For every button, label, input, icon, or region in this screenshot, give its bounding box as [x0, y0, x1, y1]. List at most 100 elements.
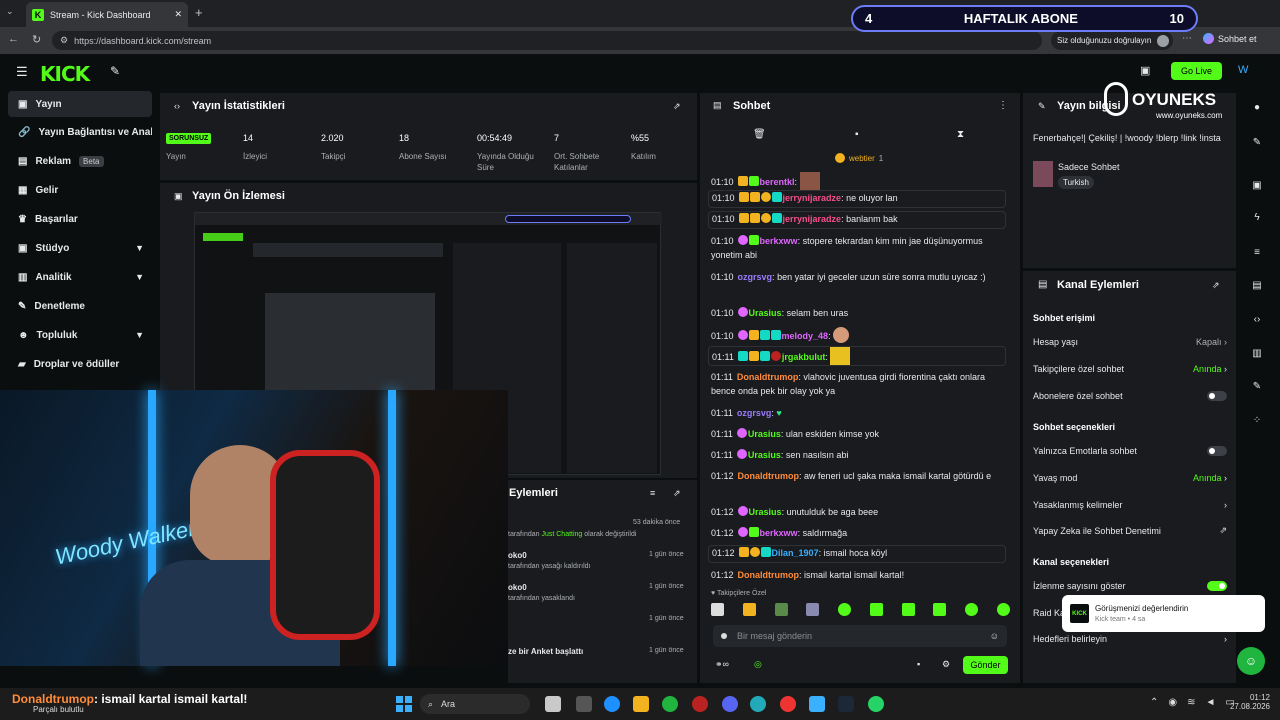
browser-tab[interactable]: K Stream - Kick Dashboard ✕: [26, 2, 188, 27]
taskbar-app-icon[interactable]: [545, 696, 561, 712]
chat-message[interactable]: 01:12 Donaldtrumop: ismail kartal ismail …: [711, 568, 1009, 582]
emote-icon[interactable]: [774, 603, 788, 616]
message-user[interactable]: Donaldtrumop: [738, 471, 800, 481]
message-user[interactable]: Donaldtrumop: [738, 570, 800, 580]
emote-icon[interactable]: [901, 603, 915, 616]
goals-row[interactable]: Hedefleri belirleyin ›: [1033, 634, 1227, 644]
emote-icon[interactable]: [742, 603, 756, 616]
chat-message[interactable]: 01:11 Donaldtrumop: vlahovic juventusa gi…: [711, 370, 1009, 398]
lightning-icon[interactable]: ϟ: [1250, 210, 1264, 224]
message-user[interactable]: Urasius: [748, 429, 781, 439]
chat-message[interactable]: 01:12 berkxww: saldırmağa: [711, 526, 1009, 540]
camera-icon[interactable]: ▣: [1140, 64, 1150, 77]
message-user[interactable]: Donaldtrumop: [737, 372, 799, 382]
site-info-icon[interactable]: ⚙: [60, 35, 68, 46]
steam-icon[interactable]: [838, 696, 854, 712]
chat-message[interactable]: 01:10 melody_48:: [711, 327, 1009, 343]
close-tab-icon[interactable]: ✕: [174, 9, 182, 20]
new-tab-icon[interactable]: +: [195, 5, 203, 20]
chat-message[interactable]: 01:10 jerrynijaradze: banlanm bak: [708, 211, 1006, 229]
taskbar-app-icon[interactable]: [780, 696, 796, 712]
followers-only-row[interactable]: Takipçilere özel sohbet Anında ›: [1033, 364, 1227, 374]
code-icon[interactable]: ‹›: [1250, 312, 1264, 326]
taskbar-app-icon[interactable]: [750, 696, 766, 712]
tag-chip[interactable]: Turkish: [1058, 176, 1094, 189]
chat-message[interactable]: 01:10 ozgrsvg: ben yatar iyi geceler uzun…: [711, 270, 1009, 284]
message-user[interactable]: Urasius: [749, 308, 782, 318]
info-icon[interactable]: ●: [1250, 100, 1264, 114]
media-icon[interactable]: ▣: [1250, 178, 1264, 192]
taskbar-app-icon[interactable]: [692, 696, 708, 712]
hourglass-icon[interactable]: ⧗: [957, 129, 964, 140]
sidebar-item-gelir[interactable]: ▦ Gelir: [8, 177, 152, 203]
system-tray[interactable]: ⌃ ◉ ≋ ◄ ▭: [1150, 697, 1235, 708]
sidebar-item-yayin[interactable]: ▣ Yayın: [8, 91, 152, 117]
sidebar-item-droplar[interactable]: ▰ Droplar ve ödüller: [8, 351, 152, 377]
popout-icon[interactable]: ⇗: [1212, 280, 1220, 291]
sidebar-item-topluluk[interactable]: ☻ Topluluk ▼: [8, 322, 152, 348]
send-button[interactable]: Gönder: [963, 656, 1008, 674]
message-user[interactable]: Dilan_1907: [772, 548, 819, 558]
taskbar-app-icon[interactable]: [662, 696, 678, 712]
pinned-user[interactable]: webtier 1: [835, 153, 883, 163]
trash-icon[interactable]: 🗑: [753, 129, 766, 140]
category-name[interactable]: Sadece Sohbet: [1058, 162, 1120, 172]
toast-notification[interactable]: KICK Görüşmenizi değerlendirin Kick team…: [1062, 595, 1265, 632]
wallet-icon[interactable]: W: [1238, 64, 1248, 76]
message-user[interactable]: jrgakbulut: [782, 352, 826, 362]
chat-message[interactable]: 01:11 Urasius: ulan eskiden kimse yok: [711, 427, 1009, 441]
emotes-only-toggle[interactable]: [1207, 446, 1227, 456]
sidebar-item-reklam[interactable]: ▤ Reklam Beta: [8, 148, 152, 174]
message-user[interactable]: ozgrsvg: [738, 272, 773, 282]
slow-mode-row[interactable]: Yavaş mod Anında ›: [1033, 473, 1227, 483]
chat-message[interactable]: 01:11 jrgakbulut:: [708, 346, 1006, 366]
sidebar-item-analitik[interactable]: ▥ Analitik ▼: [8, 264, 152, 290]
sidebar-item-studyo[interactable]: ▣ Stüdyo ▼: [8, 235, 152, 261]
queue-icon[interactable]: ▥: [1250, 346, 1264, 360]
taskbar-app-icon[interactable]: [809, 696, 825, 712]
url-field[interactable]: ⚙ https://dashboard.kick.com/stream: [52, 31, 1042, 50]
sidebar-item-stream-key[interactable]: 🔗 Yayın Bağlantısı ve Anahtar: [8, 119, 152, 145]
sidebar-item-basarilar[interactable]: ♛ Başarılar: [8, 206, 152, 232]
emote-icon[interactable]: [711, 603, 724, 616]
message-user[interactable]: berentkl: [760, 177, 795, 187]
taskbar-search[interactable]: ⌕ Ara: [420, 694, 530, 714]
chat-message[interactable]: 01:10 berkxww: stopere tekrardan kim min …: [711, 234, 1009, 262]
chat-bubble-icon[interactable]: ▪: [917, 659, 920, 669]
copilot-button[interactable]: Sohbet et: [1203, 33, 1257, 44]
message-user[interactable]: Urasius: [749, 507, 782, 517]
chat-message[interactable]: 01:10 Urasius: selam ben uras: [711, 306, 1009, 320]
filter-icon[interactable]: ≡: [650, 488, 655, 498]
chat-input[interactable]: Bir mesaj gönderin ☺: [713, 625, 1007, 647]
apps-icon[interactable]: ⁘: [1250, 413, 1264, 427]
message-user[interactable]: berkxww: [760, 528, 798, 538]
chat-message[interactable]: 01:12 Urasius: unutulduk be aga beee: [711, 505, 1009, 519]
chat-message[interactable]: 01:10 berentkl:: [711, 172, 1009, 190]
subs-only-toggle[interactable]: [1207, 391, 1227, 401]
clock[interactable]: 01:12 27.08.2026: [1228, 693, 1270, 711]
chat-message[interactable]: 01:11 Urasius: sen nasılsın abi: [711, 448, 1009, 462]
back-icon[interactable]: ←: [8, 33, 19, 45]
chat-message[interactable]: 01:10 jerrynijaradze: ne oluyor lan: [708, 190, 1006, 208]
popout-icon[interactable]: ⇗: [673, 488, 681, 499]
kick-logo[interactable]: KICK: [40, 62, 90, 86]
chat-message[interactable]: 01:12 Dilan_1907: ismail hoca köyl: [708, 545, 1006, 563]
banned-words-row[interactable]: Yasaklanmış kelimeler ›: [1033, 500, 1227, 510]
tab-list-icon[interactable]: ⌄: [6, 6, 14, 17]
emote-icon[interactable]: [869, 603, 883, 616]
message-user[interactable]: berkxww: [760, 236, 798, 246]
message-user[interactable]: ozgrsvg: [737, 408, 772, 418]
show-viewers-toggle[interactable]: [1207, 581, 1227, 591]
message-icon[interactable]: ▪: [855, 129, 859, 140]
message-user[interactable]: Urasius: [748, 450, 781, 460]
settings-icon[interactable]: ⚙: [942, 659, 950, 670]
emote-icon[interactable]: [965, 603, 979, 616]
ai-moderation-row[interactable]: Yapay Zeka ile Sohbet Denetimi ⇗: [1033, 525, 1227, 536]
sidebar-item-denetleme[interactable]: ✎ Denetleme: [8, 293, 152, 319]
file-explorer-icon[interactable]: [633, 696, 649, 712]
edge-icon[interactable]: [604, 696, 620, 712]
message-user[interactable]: melody_48: [782, 331, 829, 341]
emoji-icon[interactable]: ☺: [990, 631, 999, 641]
chat-icon[interactable]: ▤: [1250, 278, 1264, 292]
link-icon[interactable]: ⚭∞: [715, 659, 729, 670]
